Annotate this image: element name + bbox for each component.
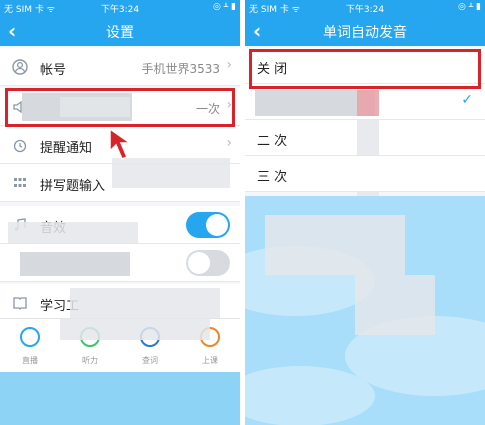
highlight-box bbox=[249, 49, 481, 89]
setting-toggle[interactable] bbox=[186, 250, 230, 276]
settings-panel: 无 SIM 卡 ᯤ 下午3:24 ◎ ᚆ ▮ ‹ 设置 帐号 手机世界3533 … bbox=[0, 0, 240, 425]
blur-patch bbox=[60, 318, 210, 340]
chevron-right-icon: › bbox=[226, 57, 232, 73]
page-title: 单词自动发音 bbox=[323, 25, 407, 41]
toggle-knob bbox=[206, 214, 228, 236]
auto-pronounce-panel: 无 SIM 卡 ᯤ 下午3:24 ◎ ᚆ ▮ ‹ 单词自动发音 关 闭 ✓ 二 … bbox=[245, 0, 485, 425]
alarm-icon bbox=[12, 137, 28, 153]
tab-label: 查词 bbox=[142, 356, 158, 365]
checkmark-icon: ✓ bbox=[461, 92, 473, 108]
account-row[interactable]: 帐号 手机世界3533 › bbox=[0, 48, 240, 86]
book-icon bbox=[12, 295, 28, 311]
blur-patch bbox=[265, 215, 405, 275]
status-icons: ◎ ᚆ ▮ bbox=[458, 2, 481, 12]
screenshot-composite: 无 SIM 卡 ᯤ 下午3:24 ◎ ᚆ ▮ ‹ 设置 帐号 手机世界3533 … bbox=[0, 0, 485, 425]
status-icons: ◎ ᚆ ▮ bbox=[213, 2, 236, 12]
tab-label: 上课 bbox=[202, 356, 218, 365]
account-value: 手机世界3533 bbox=[141, 62, 220, 76]
status-bar: 无 SIM 卡 ᯤ 下午3:24 ◎ ᚆ ▮ bbox=[245, 0, 485, 16]
tab-live[interactable]: 直播 bbox=[0, 319, 60, 373]
toggle-knob bbox=[188, 252, 210, 274]
reminder-label: 提醒通知 bbox=[40, 141, 93, 156]
blur-patch bbox=[357, 90, 379, 116]
clock-text: 下午3:24 bbox=[345, 5, 385, 15]
cloud-shape bbox=[245, 366, 375, 425]
clock-text: 下午3:24 bbox=[100, 5, 140, 15]
tab-label: 听力 bbox=[82, 356, 98, 365]
highlight-box bbox=[5, 88, 235, 127]
blur-patch bbox=[20, 252, 130, 276]
keypad-icon bbox=[12, 175, 28, 191]
status-bar: 无 SIM 卡 ᯤ 下午3:24 ◎ ᚆ ▮ bbox=[0, 0, 240, 16]
sound-toggle[interactable] bbox=[186, 212, 230, 238]
option-three-times[interactable]: 三 次 bbox=[245, 156, 485, 192]
account-label: 帐号 bbox=[40, 63, 67, 78]
person-icon bbox=[12, 59, 28, 75]
page-title: 设置 bbox=[106, 25, 134, 41]
red-arrow-icon bbox=[109, 127, 133, 160]
nav-bar: ‹ 单词自动发音 bbox=[245, 16, 485, 46]
blur-patch bbox=[355, 275, 435, 335]
option-label: 三 次 bbox=[257, 170, 288, 185]
nav-bar: ‹ 设置 bbox=[0, 16, 240, 46]
tab-label: 直播 bbox=[22, 356, 38, 365]
background-decoration bbox=[0, 372, 240, 425]
option-label: 二 次 bbox=[257, 134, 288, 149]
spelling-label: 拼写题输入 bbox=[40, 179, 106, 194]
live-icon bbox=[20, 327, 40, 347]
chevron-right-icon: › bbox=[226, 135, 232, 151]
